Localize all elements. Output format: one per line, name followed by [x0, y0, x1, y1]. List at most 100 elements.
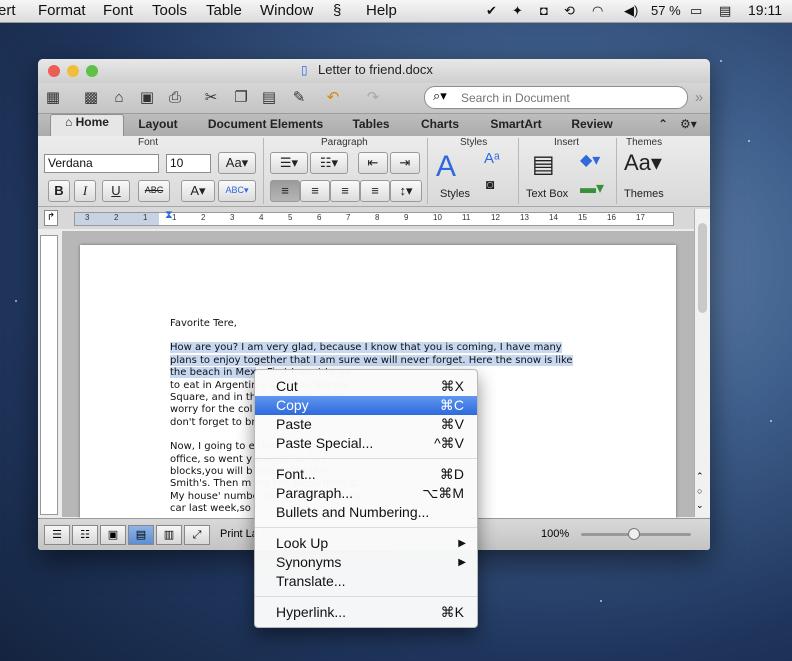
- vertical-scrollbar[interactable]: ⌃ ○ ⌄: [694, 209, 710, 517]
- menu-help[interactable]: Help: [366, 2, 397, 19]
- menu-item-copy[interactable]: Copy ⌘C: [255, 396, 477, 415]
- menu-window[interactable]: Window: [260, 2, 313, 19]
- redo-icon[interactable]: ↷: [362, 87, 384, 109]
- print-icon[interactable]: ⎙: [164, 87, 186, 109]
- menu-tools[interactable]: Tools: [152, 2, 187, 19]
- focus-view-icon[interactable]: ⤢: [184, 525, 210, 545]
- undo-icon[interactable]: ↶: [322, 87, 344, 109]
- change-case-icon[interactable]: Aa▾: [218, 152, 256, 174]
- publishing-view-icon[interactable]: ▣: [100, 525, 126, 545]
- menu-item-synonyms[interactable]: Synonyms ▶: [255, 553, 477, 572]
- underline-button[interactable]: U: [102, 180, 130, 202]
- menu-item-paste[interactable]: Paste ⌘V: [255, 415, 477, 434]
- open-icon[interactable]: ⌂: [108, 87, 130, 109]
- zoom-slider-knob[interactable]: [628, 528, 640, 540]
- tab-smartart[interactable]: SmartArt: [481, 117, 551, 131]
- strikethrough-button[interactable]: ABC: [138, 180, 170, 202]
- picture-icon[interactable]: ▬▾: [580, 178, 604, 198]
- decrease-indent-icon[interactable]: ⇤: [358, 152, 388, 174]
- paste-icon[interactable]: ▤: [258, 87, 280, 109]
- menu-edit[interactable]: ert: [0, 2, 16, 19]
- styles-icon[interactable]: A: [436, 150, 456, 184]
- bold-button[interactable]: B: [48, 180, 70, 202]
- align-center-icon[interactable]: ≡: [300, 180, 330, 202]
- menu-item-font[interactable]: Font... ⌘D: [255, 465, 477, 484]
- draft-view-icon[interactable]: ☰: [44, 525, 70, 545]
- cut-icon[interactable]: ✂: [200, 87, 222, 109]
- numbering-icon[interactable]: ☷▾: [310, 152, 348, 174]
- highlight-icon[interactable]: ABC▾: [218, 180, 256, 202]
- clear-formatting-icon[interactable]: ◙: [486, 176, 494, 192]
- copy-icon[interactable]: ❐: [230, 87, 252, 109]
- toolbar-overflow-icon[interactable]: »: [688, 87, 710, 109]
- themes-button-label[interactable]: Themes: [624, 188, 664, 200]
- format-painter-icon[interactable]: ✎: [288, 87, 310, 109]
- scroll-thumb[interactable]: [698, 223, 707, 313]
- search-field[interactable]: ⌕▾: [424, 86, 688, 109]
- menu-table[interactable]: Table: [206, 2, 242, 19]
- menu-item-paste-special[interactable]: Paste Special... ^⌘V: [255, 434, 477, 453]
- text-box-icon[interactable]: ▤: [532, 150, 555, 179]
- tab-home[interactable]: ⌂ Home: [50, 114, 124, 137]
- battery-percent[interactable]: 57 %: [651, 3, 681, 18]
- app-icon[interactable]: ◘: [540, 3, 548, 18]
- tab-document-elements[interactable]: Document Elements: [198, 117, 333, 131]
- zoom-button[interactable]: [86, 65, 98, 77]
- tab-review[interactable]: Review: [559, 117, 625, 131]
- indent-marker-icon[interactable]: ⧗: [165, 209, 173, 222]
- menu-item-look-up[interactable]: Look Up ▶: [255, 534, 477, 553]
- wifi-icon[interactable]: ◠: [592, 3, 603, 19]
- print-layout-view-icon[interactable]: ▤: [128, 525, 154, 545]
- vertical-ruler[interactable]: [40, 235, 58, 515]
- battery-icon[interactable]: ▭: [690, 3, 702, 19]
- dropbox-icon[interactable]: ✦: [512, 3, 523, 19]
- menu-format[interactable]: Format: [38, 2, 86, 19]
- styles-button-label[interactable]: Styles: [440, 188, 470, 200]
- menu-item-bullets-numbering[interactable]: Bullets and Numbering...: [255, 503, 477, 522]
- font-color-icon[interactable]: A▾: [181, 180, 215, 202]
- menu-item-cut[interactable]: Cut ⌘X: [255, 377, 477, 396]
- shape-icon[interactable]: ◆▾: [580, 150, 600, 170]
- menu-item-paragraph[interactable]: Paragraph... ⌥⌘M: [255, 484, 477, 503]
- zoom-slider[interactable]: [581, 528, 691, 540]
- menu-item-hyperlink[interactable]: Hyperlink... ⌘K: [255, 603, 477, 622]
- close-button[interactable]: [48, 65, 60, 77]
- menu-item-translate[interactable]: Translate...: [255, 572, 477, 591]
- increase-indent-icon[interactable]: ⇥: [390, 152, 420, 174]
- font-name-field[interactable]: Verdana: [44, 154, 159, 173]
- horizontal-ruler[interactable]: ↱ 3 2 1 1 2 3 4 5 6 7 8 9 10 11 12 13 14 15 16 17 ⧗: [38, 207, 710, 229]
- tab-charts[interactable]: Charts: [410, 117, 470, 131]
- menu-font[interactable]: Font: [103, 2, 133, 19]
- minimize-button[interactable]: [67, 65, 79, 77]
- flag-icon[interactable]: ▤: [719, 3, 731, 19]
- align-left-icon[interactable]: ≡: [270, 180, 300, 202]
- themes-icon[interactable]: Aa▾: [624, 150, 662, 176]
- tab-selector-icon[interactable]: ↱: [44, 210, 58, 226]
- line-spacing-icon[interactable]: ↕▾: [390, 180, 422, 202]
- text-box-label[interactable]: Text Box: [526, 188, 568, 200]
- justify-icon[interactable]: ≡: [360, 180, 390, 202]
- notebook-view-icon[interactable]: ▥: [156, 525, 182, 545]
- time-machine-icon[interactable]: ⟲: [564, 3, 575, 19]
- ribbon-settings-icon[interactable]: ⚙▾: [680, 117, 697, 131]
- tab-tables[interactable]: Tables: [341, 117, 401, 131]
- next-page-icon[interactable]: ⌄: [696, 500, 704, 511]
- save-icon[interactable]: ▣: [136, 87, 158, 109]
- align-right-icon[interactable]: ≡: [330, 180, 360, 202]
- search-input[interactable]: [459, 88, 678, 108]
- script-icon[interactable]: §: [333, 2, 341, 19]
- tab-layout[interactable]: Layout: [128, 117, 188, 131]
- text-effects-icon[interactable]: Aᵃ: [484, 150, 500, 167]
- bullets-icon[interactable]: ☰▾: [270, 152, 308, 174]
- italic-button[interactable]: I: [74, 180, 96, 202]
- outline-view-icon[interactable]: ☷: [72, 525, 98, 545]
- collapse-ribbon-icon[interactable]: ⌃: [658, 117, 668, 131]
- status-check-icon[interactable]: ✔: [486, 3, 497, 19]
- volume-icon[interactable]: ◀): [624, 3, 638, 19]
- new-document-icon[interactable]: ▦: [42, 87, 64, 109]
- templates-icon[interactable]: ▩: [80, 87, 102, 109]
- clock[interactable]: 19:11: [748, 2, 782, 18]
- font-size-field[interactable]: 10: [166, 154, 211, 173]
- ruler-scale[interactable]: 3 2 1 1 2 3 4 5 6 7 8 9 10 11 12 13 14 15 16 17: [74, 212, 674, 226]
- previous-page-icon[interactable]: ⌃: [696, 471, 704, 482]
